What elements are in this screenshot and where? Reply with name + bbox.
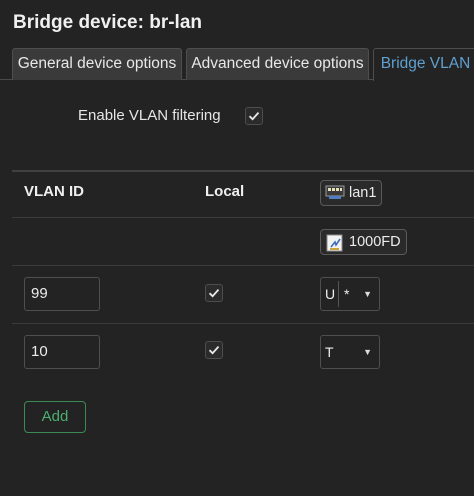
vlan-filtering-label: Enable VLAN filtering bbox=[78, 107, 221, 124]
port-speed: 1000FD bbox=[349, 234, 401, 250]
port-name-badge: lan1 bbox=[320, 180, 383, 206]
port-speed-badge: 1000FD bbox=[320, 229, 407, 255]
local-checkbox[interactable] bbox=[205, 341, 223, 359]
row-divider bbox=[12, 323, 474, 324]
check-icon bbox=[208, 346, 220, 355]
ethernet-port-icon bbox=[325, 185, 345, 199]
select-separator bbox=[338, 281, 339, 307]
row-divider bbox=[12, 217, 474, 218]
port-membership-select[interactable]: U * ▼ bbox=[320, 277, 380, 311]
chevron-down-icon: ▼ bbox=[363, 289, 372, 299]
check-icon bbox=[208, 289, 220, 298]
page-title: Bridge device: br-lan bbox=[13, 12, 202, 33]
tab-bar: General device options Advanced device o… bbox=[0, 48, 474, 81]
vlan-id-input[interactable]: 99 bbox=[24, 277, 100, 311]
chevron-down-icon: ▼ bbox=[363, 347, 372, 357]
row-divider bbox=[12, 265, 474, 266]
membership-mode: U bbox=[325, 286, 336, 302]
link-status-icon bbox=[326, 234, 343, 252]
vlan-id-input[interactable]: 10 bbox=[24, 335, 100, 369]
column-header-local: Local bbox=[205, 183, 245, 200]
add-button[interactable]: Add bbox=[24, 401, 86, 433]
vlan-filtering-checkbox[interactable] bbox=[245, 107, 263, 125]
tab-general-device-options[interactable]: General device options bbox=[12, 48, 182, 80]
port-membership-select[interactable]: T ▼ bbox=[320, 335, 380, 369]
local-checkbox[interactable] bbox=[205, 284, 223, 302]
column-header-vlan-id: VLAN ID bbox=[24, 183, 84, 200]
table-top-divider bbox=[12, 170, 474, 172]
tab-bridge-vlan[interactable]: Bridge VLAN bbox=[373, 48, 474, 81]
check-icon bbox=[248, 112, 260, 121]
membership-mode: T bbox=[325, 344, 334, 360]
port-name: lan1 bbox=[349, 185, 377, 201]
membership-primary: * bbox=[344, 286, 350, 302]
tab-advanced-device-options[interactable]: Advanced device options bbox=[186, 48, 369, 80]
